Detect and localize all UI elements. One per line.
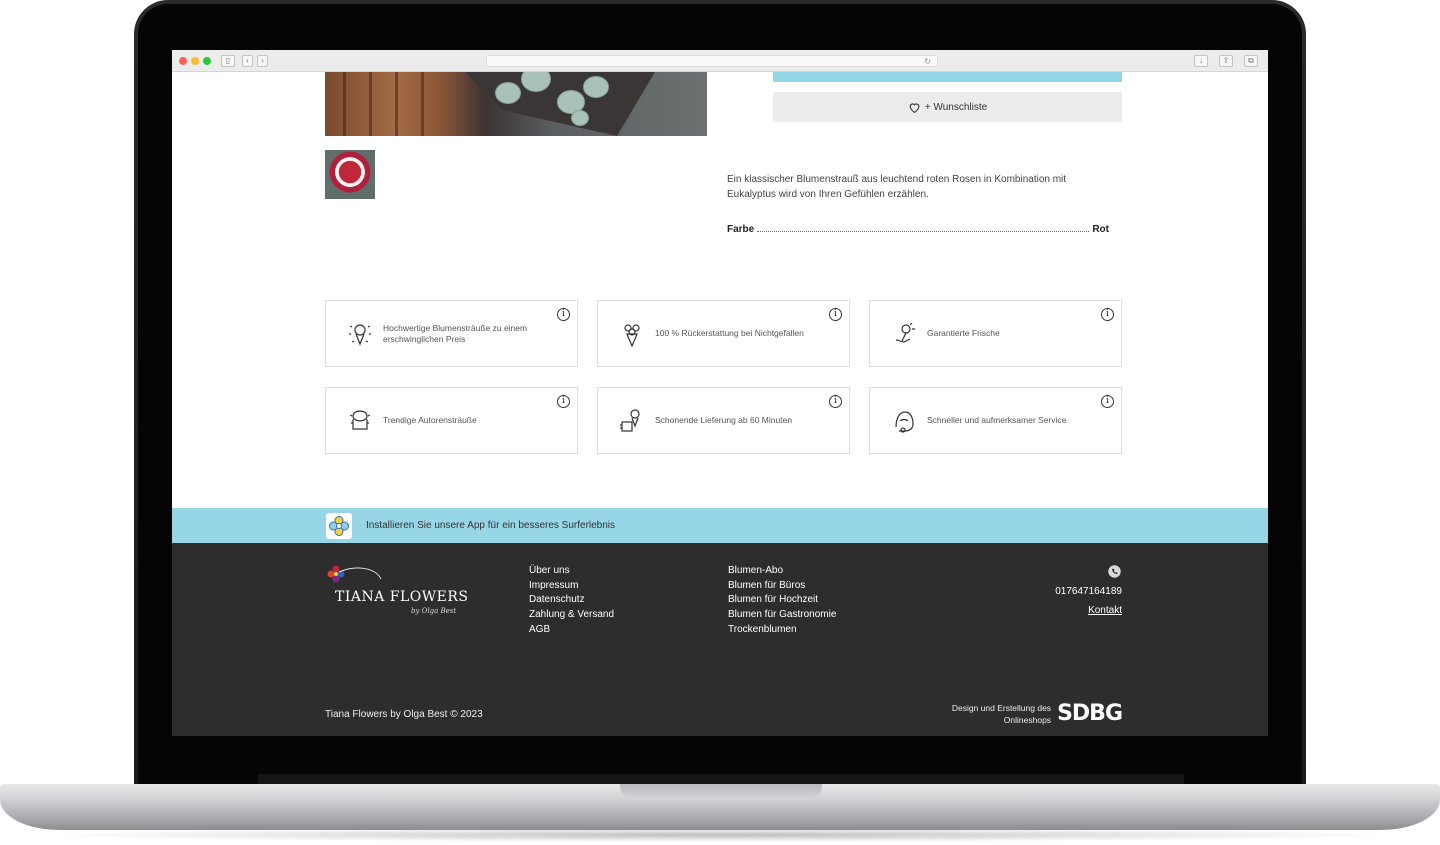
product-main-image[interactable] bbox=[325, 72, 707, 136]
flower-hand-icon bbox=[889, 319, 919, 349]
heart-icon bbox=[909, 102, 920, 113]
agency-credit[interactable]: Design und Erstellung des Onlineshops SD… bbox=[952, 701, 1123, 726]
add-to-cart-button[interactable] bbox=[773, 72, 1122, 82]
footer-link[interactable]: Über uns bbox=[529, 564, 614, 579]
screen: ▯ ‹ › ↻ ↓ ⇧ ⧉ + Wunschliste Ein klassisc… bbox=[172, 50, 1268, 736]
footer-link[interactable]: AGB bbox=[529, 623, 614, 638]
logo-subtitle: by Olga Best bbox=[411, 607, 457, 615]
footer-contact: 017647164189 Kontakt bbox=[1055, 564, 1122, 616]
footer-link[interactable]: Blumen für Büros bbox=[728, 579, 836, 594]
dotted-leader bbox=[757, 224, 1090, 232]
laptop-notch bbox=[620, 784, 822, 800]
browser-toolbar: ▯ ‹ › ↻ ↓ ⇧ ⧉ bbox=[172, 50, 1268, 72]
wishlist-button[interactable]: + Wunschliste bbox=[773, 92, 1122, 122]
feature-card: Garantierte Frische i bbox=[869, 300, 1122, 367]
feature-text: Hochwertige Blumensträuße zu einem ersch… bbox=[383, 322, 528, 344]
info-icon[interactable]: i bbox=[557, 395, 570, 408]
feature-card: Trendige Autorensträuße i bbox=[325, 387, 578, 454]
product-attribute-row: Farbe Rot bbox=[727, 224, 1109, 235]
hatbox-bouquet-icon bbox=[345, 406, 375, 436]
attribute-label: Farbe bbox=[727, 224, 755, 235]
footer-link[interactable]: Blumen-Abo bbox=[728, 564, 836, 579]
info-icon[interactable]: i bbox=[829, 395, 842, 408]
bouquet-sparkle-icon bbox=[345, 319, 375, 349]
laptop-shadow bbox=[40, 828, 1400, 842]
sdbg-logo: SDBG bbox=[1057, 701, 1123, 726]
product-thumbnail[interactable] bbox=[325, 150, 375, 199]
contact-link[interactable]: Kontakt bbox=[1055, 605, 1122, 616]
forward-icon[interactable]: › bbox=[257, 55, 268, 67]
feature-card: Schneller und aufmerksamer Service i bbox=[869, 387, 1122, 454]
copyright: Tiana Flowers by Olga Best © 2023 bbox=[325, 709, 483, 720]
address-bar[interactable]: ↻ bbox=[486, 55, 938, 67]
page-content: + Wunschliste Ein klassischer Blumenstra… bbox=[172, 72, 1268, 736]
app-flower-icon bbox=[326, 512, 352, 539]
reload-icon[interactable]: ↻ bbox=[924, 56, 931, 67]
laptop-hinge bbox=[258, 774, 1184, 784]
tiana-flowers-logo[interactable]: TIANA FLOWERS by Olga Best bbox=[325, 563, 475, 623]
app-install-banner[interactable]: Installieren Sie unsere App für ein bess… bbox=[172, 508, 1268, 543]
footer-link[interactable]: Impressum bbox=[529, 579, 614, 594]
logo-title: TIANA FLOWERS bbox=[335, 589, 469, 605]
credit-text: Design und Erstellung des Onlineshops bbox=[952, 702, 1051, 726]
attribute-value: Rot bbox=[1092, 224, 1109, 235]
sidebar-toggle-icon[interactable]: ▯ bbox=[221, 55, 235, 67]
bouquet-icon bbox=[617, 319, 647, 349]
feature-card: Hochwertige Blumensträuße zu einem ersch… bbox=[325, 300, 578, 367]
close-window-button[interactable] bbox=[179, 57, 187, 65]
tabs-overview-icon[interactable]: ⧉ bbox=[1244, 55, 1258, 67]
back-icon[interactable]: ‹ bbox=[242, 55, 253, 67]
feature-card: Schonende Lieferung ab 60 Minuten i bbox=[597, 387, 850, 454]
footer-link[interactable]: Blumen für Hochzeit bbox=[728, 593, 836, 608]
footer-link[interactable]: Zahlung & Versand bbox=[529, 608, 614, 623]
feature-text: Schonende Lieferung ab 60 Minuten bbox=[655, 415, 793, 425]
download-icon[interactable]: ↓ bbox=[1194, 55, 1208, 67]
zoom-window-button[interactable] bbox=[203, 57, 211, 65]
feature-text: Garantierte Frische bbox=[927, 328, 1000, 338]
footer-link[interactable]: Trockenblumen bbox=[728, 623, 836, 638]
minimize-window-button[interactable] bbox=[191, 57, 199, 65]
whatsapp-icon[interactable] bbox=[1107, 564, 1122, 579]
phone-number[interactable]: 017647164189 bbox=[1055, 586, 1122, 597]
credit-line: Onlineshops bbox=[1003, 714, 1052, 725]
feature-card: 100 % Rückerstattung bei Nichtgefallen i bbox=[597, 300, 850, 367]
info-icon[interactable]: i bbox=[829, 308, 842, 321]
support-agent-icon bbox=[889, 406, 919, 436]
footer-links-info: Über uns Impressum Datenschutz Zahlung &… bbox=[529, 564, 614, 638]
info-icon[interactable]: i bbox=[557, 308, 570, 321]
feature-text: Trendige Autorensträuße bbox=[383, 415, 477, 425]
wishlist-label: + Wunschliste bbox=[924, 101, 988, 113]
share-icon[interactable]: ⇧ bbox=[1219, 55, 1233, 67]
product-description: Ein klassischer Blumenstrauß aus leuchte… bbox=[727, 174, 1067, 200]
info-icon[interactable]: i bbox=[1101, 308, 1114, 321]
feature-text: 100 % Rückerstattung bei Nichtgefallen bbox=[655, 328, 804, 338]
footer-links-products: Blumen-Abo Blumen für Büros Blumen für H… bbox=[728, 564, 836, 638]
footer-link[interactable]: Blumen für Gastronomie bbox=[728, 608, 836, 623]
info-icon[interactable]: i bbox=[1101, 395, 1114, 408]
credit-line: Design und Erstellung des bbox=[951, 702, 1052, 713]
feature-text: Schneller und aufmerksamer Service bbox=[927, 415, 1067, 425]
footer-link[interactable]: Datenschutz bbox=[529, 593, 614, 608]
app-banner-text: Installieren Sie unsere App für ein bess… bbox=[366, 520, 616, 531]
footer: TIANA FLOWERS by Olga Best Über uns Impr… bbox=[172, 543, 1268, 736]
delivery-bouquet-icon bbox=[617, 406, 647, 436]
